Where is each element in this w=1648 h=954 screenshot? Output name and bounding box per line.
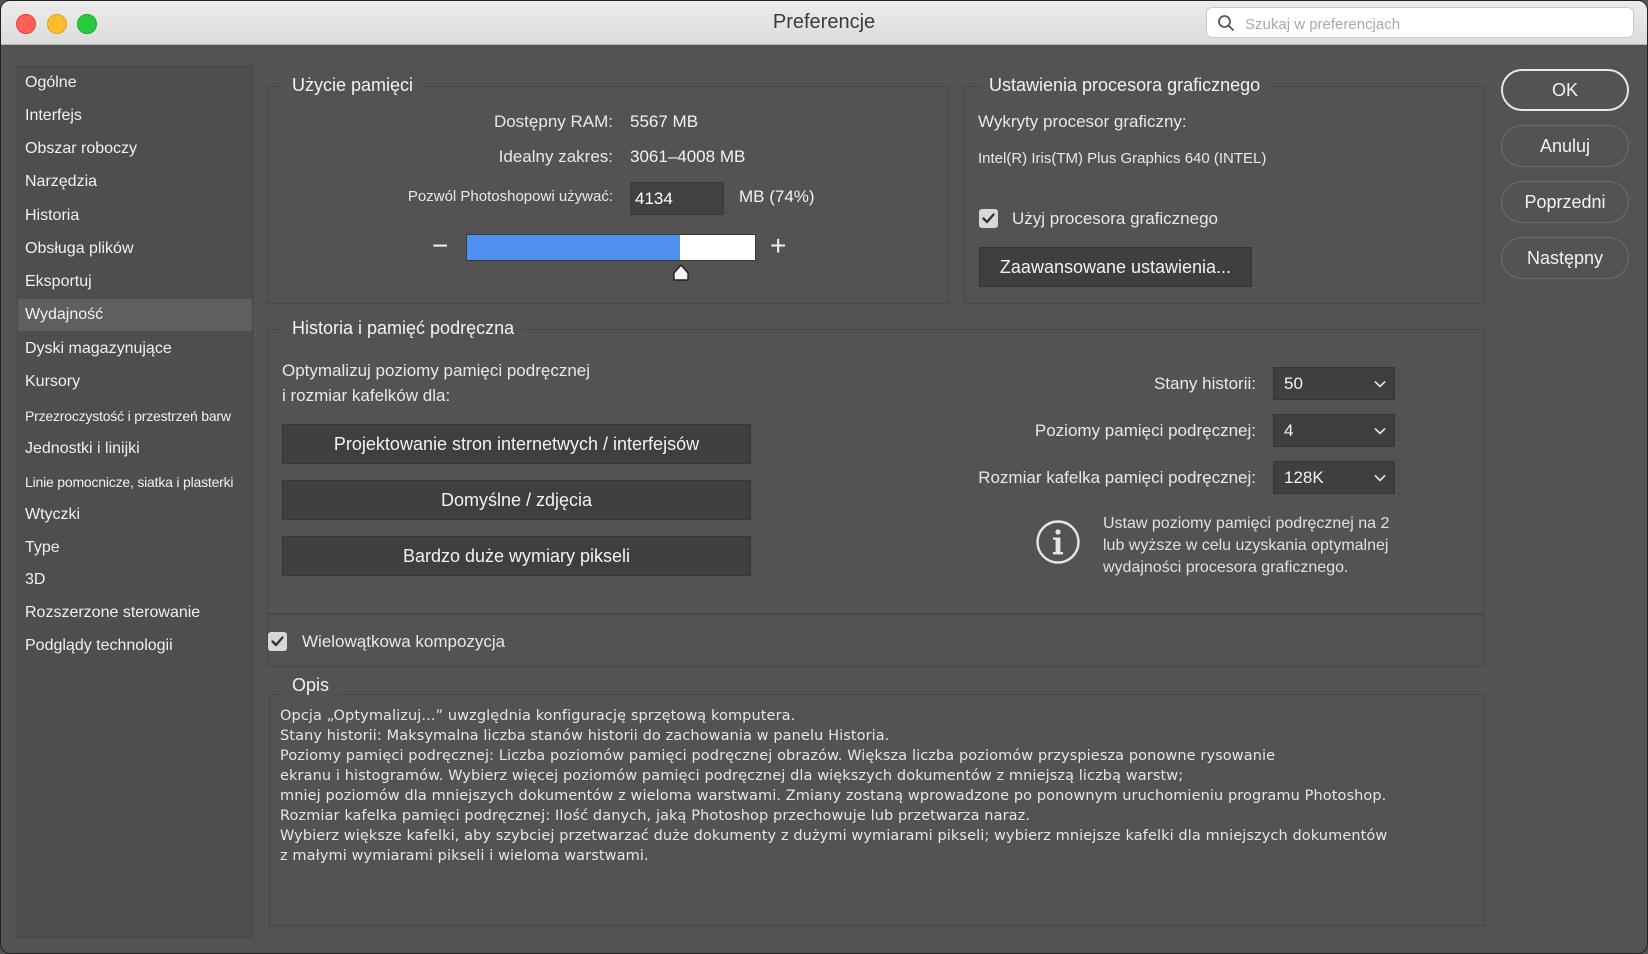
sidebar-item-scratch-disks[interactable]: Dyski magazynujące <box>18 333 252 365</box>
gpu-settings-title: Ustawienia procesora graficznego <box>981 75 1269 96</box>
description-panel: Opcja „Optymalizuj...” uwzględnia konfig… <box>269 694 1485 926</box>
description-line: mniej poziomów dla mniejszych dokumentów… <box>280 788 1387 804</box>
history-states-select[interactable]: 50 <box>1273 367 1395 400</box>
cache-tile-size-select[interactable]: 128K <box>1273 461 1395 494</box>
history-states-label: Stany historii: <box>1153 374 1256 393</box>
sidebar-item-history[interactable]: Historia <box>18 200 252 232</box>
web-ui-design-button[interactable]: Projektowanie stron internetwych / inter… <box>282 424 751 464</box>
description-line: Stany historii: Maksymalna liczba stanów… <box>280 728 890 744</box>
optimize-label-line2: i rozmiar kafelków dla: <box>282 386 451 405</box>
history-cache-title: Historia i pamięć podręczna <box>284 318 523 339</box>
description-line: Wybierz większe kafelki, aby szybciej pr… <box>280 828 1388 844</box>
cache-tile-size-label: Rozmiar kafelka pamięci podręcznej: <box>978 468 1256 487</box>
search-field[interactable] <box>1206 7 1634 38</box>
default-photos-button[interactable]: Domyślne / zdjęcia <box>282 480 751 520</box>
use-gpu-label: Użyj procesora graficznego <box>1012 209 1218 228</box>
sidebar-item-general[interactable]: Ogólne <box>18 67 252 99</box>
available-ram-value: 5567 MB <box>630 112 699 131</box>
description-line: Poziomy pamięci podręcznej: Liczba pozio… <box>280 748 1276 764</box>
description-line: z małymi wymiarami pikseli i wieloma war… <box>280 848 649 864</box>
ideal-range-label: Idealny zakres: <box>498 147 613 166</box>
description-line: ekranu i histogramów. Wybierz więcej poz… <box>280 768 1184 784</box>
huge-pixel-dimensions-button[interactable]: Bardzo duże wymiary pikseli <box>282 536 751 576</box>
checkmark-icon <box>271 636 284 647</box>
chevron-down-icon <box>1374 474 1386 482</box>
multithreaded-compositing-label: Wielowątkowa kompozycja <box>302 632 506 651</box>
memory-slider-fill <box>467 235 681 260</box>
sidebar-item-guides-grid-slices[interactable]: Linie pomocnicze, siatka i plasterki <box>18 466 252 498</box>
preferences-window: Preferencje Ogólne Interfejs Obszar robo… <box>0 0 1648 954</box>
ok-button[interactable]: OK <box>1501 69 1629 111</box>
info-text-line1: Ustaw poziomy pamięci podręcznej na 2 <box>1103 515 1390 532</box>
cancel-button[interactable]: Anuluj <box>1501 125 1629 167</box>
sidebar-item-tools[interactable]: Narzędzia <box>18 166 252 198</box>
memory-usage-input[interactable] <box>630 182 724 215</box>
search-icon <box>1218 15 1234 31</box>
increase-memory-button[interactable]: + <box>770 232 786 260</box>
gpu-cache-info-text: Ustaw poziomy pamięci podręcznej na 2 lu… <box>1103 513 1433 579</box>
memory-usage-suffix: MB (74%) <box>739 187 815 206</box>
memory-slider[interactable] <box>466 234 756 261</box>
cache-tile-size-value: 128K <box>1284 468 1324 487</box>
description-line: Opcja „Optymalizuj...” uwzględnia konfig… <box>280 708 796 724</box>
title-bar: Preferencje <box>1 1 1647 45</box>
detected-gpu-label: Wykryty procesor graficzny: <box>978 112 1187 131</box>
ideal-range-value: 3061–4008 MB <box>630 147 746 166</box>
sidebar-item-technology-previews[interactable]: Podglądy technologii <box>18 630 252 662</box>
sidebar-item-performance[interactable]: Wydajność <box>18 299 252 331</box>
memory-usage-title: Użycie pamięci <box>284 75 422 96</box>
decrease-memory-button[interactable]: − <box>432 232 448 260</box>
description-title: Opis <box>284 675 338 696</box>
use-gpu-checkbox[interactable] <box>979 209 998 228</box>
history-states-value: 50 <box>1284 374 1303 393</box>
info-text-line2: lub wyższe w celu uzyskania optymalnej <box>1103 537 1389 554</box>
preferences-sidebar: Ogólne Interfejs Obszar roboczy Narzędzi… <box>17 66 253 938</box>
chevron-down-icon <box>1374 427 1386 435</box>
sidebar-item-file-handling[interactable]: Obsługa plików <box>18 233 252 265</box>
checkmark-icon <box>982 213 995 224</box>
sidebar-item-interface[interactable]: Interfejs <box>18 100 252 132</box>
description-line: Rozmiar kafelka pamięci podręcznej: Iloś… <box>280 808 1031 824</box>
sidebar-item-export[interactable]: Eksportuj <box>18 266 252 298</box>
multithreaded-compositing-checkbox[interactable] <box>268 632 287 651</box>
advanced-settings-button[interactable]: Zaawansowane ustawienia... <box>979 247 1252 287</box>
info-icon <box>1036 520 1080 564</box>
cache-levels-value: 4 <box>1284 421 1294 440</box>
sidebar-item-plugins[interactable]: Wtyczki <box>18 499 252 531</box>
search-input[interactable] <box>1243 12 1627 36</box>
allow-usage-label: Pozwól Photoshopowi używać: <box>407 188 613 205</box>
next-button[interactable]: Następny <box>1501 237 1629 279</box>
previous-button[interactable]: Poprzedni <box>1501 181 1629 223</box>
sidebar-item-units-rulers[interactable]: Jednostki i linijki <box>18 433 252 465</box>
sidebar-item-transparency-gamut[interactable]: Przezroczystość i przestrzeń barw <box>18 400 252 432</box>
sidebar-item-enhanced-controls[interactable]: Rozszerzone sterowanie <box>18 597 252 629</box>
detected-gpu-value: Intel(R) Iris(TM) Plus Graphics 640 (INT… <box>978 150 1267 167</box>
sidebar-item-cursors[interactable]: Kursory <box>18 366 252 398</box>
sidebar-item-workspace[interactable]: Obszar roboczy <box>18 133 252 165</box>
cache-levels-label: Poziomy pamięci podręcznej: <box>1034 421 1256 440</box>
memory-slider-handle[interactable] <box>672 264 690 282</box>
cache-levels-select[interactable]: 4 <box>1273 414 1395 447</box>
available-ram-label: Dostępny RAM: <box>493 112 613 131</box>
chevron-down-icon <box>1374 380 1386 388</box>
optimize-label-line1: Optymalizuj poziomy pamięci podręcznej <box>282 361 591 380</box>
info-text-line3: wydajności procesora graficznego. <box>1103 559 1349 576</box>
sidebar-item-type[interactable]: Type <box>18 532 252 564</box>
sidebar-item-3d[interactable]: 3D <box>18 564 252 596</box>
